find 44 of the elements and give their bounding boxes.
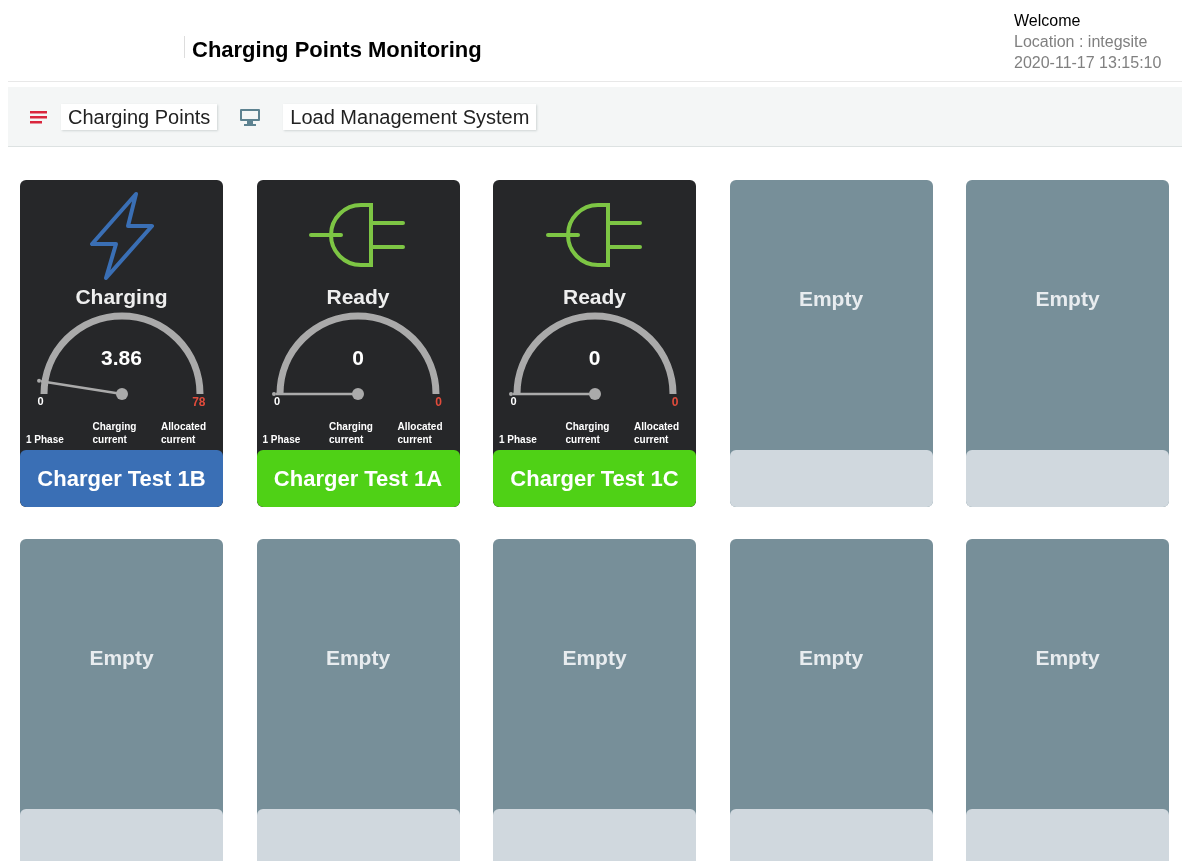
charger-status: Ready [325,284,391,310]
menu-icon[interactable] [30,109,47,124]
nav-tab[interactable]: Charging Points [61,103,218,130]
gauge-min: 0 [274,396,281,407]
charger-card[interactable]: Charging 3.86 0 78 1 Phase Charging current Allocated current Charger Test 1B [20,180,223,507]
plug-icon [545,201,644,269]
location-text: Location : integsite [1014,32,1149,52]
allocated-current-label: Allocated current [161,420,207,446]
slot-status: Empty [1035,286,1100,312]
phase-label: 1 Phase [262,433,302,446]
gauge-max: 0 [671,396,679,408]
phase-label: 1 Phase [26,433,65,446]
charging-current-label: Charging current [92,420,138,446]
allocated-current-label: Allocated current [397,420,444,446]
gauge-reading: 3.86 [100,345,143,371]
charger-name: Charger Test 1C [510,465,679,493]
slot-status: Empty [798,645,864,671]
nav-tab[interactable]: Load Management System [283,103,537,130]
charger-card[interactable]: Ready 0 0 0 1 Phase Charging current Allocated current Charger Test 1C [493,180,696,507]
slot-status: Empty [89,645,154,671]
gauge-reading: 0 [587,345,602,371]
phase-label: 1 Phase [499,433,538,446]
monitor-icon [239,107,262,126]
slot-status: Empty [562,645,627,671]
charger-status: Ready [562,284,627,310]
gauge-reading: 0 [351,345,365,371]
page-title: Charging Points Monitoring [192,36,482,64]
charger-name: Charger Test 1A [273,465,443,493]
allocated-current-label: Allocated current [634,420,680,446]
charger-card[interactable]: Ready 0 0 0 1 Phase Charging current Allocated current Charger Test 1A [256,180,460,507]
charging-current-label: Charging current [565,420,611,446]
slot-status: Empty [798,286,864,312]
gauge-min: 0 [510,396,517,407]
datetime-text: 2020-11-17 13:15:10 [1014,53,1163,73]
gauge-max: 78 [192,396,206,408]
charging-current-label: Charging current [329,420,374,446]
slot-status: Empty [325,645,391,671]
gauge-max: 0 [435,396,442,408]
plug-icon [309,201,407,269]
welcome-text: Welcome [1014,11,1082,31]
slot-status: Empty [1035,645,1100,671]
charger-name: Charger Test 1B [37,465,206,493]
gauge-min: 0 [37,396,44,407]
charger-status: Charging [74,284,169,310]
